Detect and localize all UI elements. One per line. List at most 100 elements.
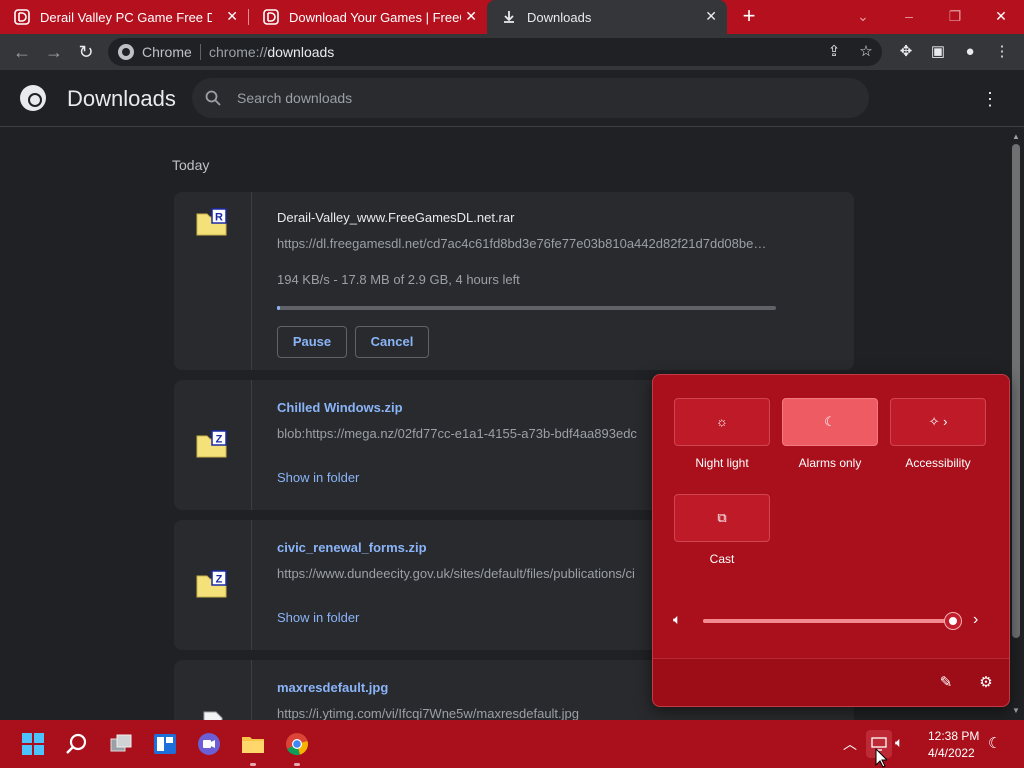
moon-icon: ☾ xyxy=(824,414,836,429)
quick-settings-footer: ✎ ⚙ xyxy=(653,658,1009,706)
settings-gear-icon[interactable]: ⚙ xyxy=(976,673,996,693)
file-url[interactable]: https://dl.freegamesdl.net/cd7ac4c61fd8b… xyxy=(277,236,777,251)
speaker-icon[interactable]: 🔈︎ xyxy=(673,611,693,631)
address-divider xyxy=(200,44,201,60)
cast-icon: ⧉ xyxy=(717,510,727,525)
zip-file-icon: Z xyxy=(196,430,227,458)
show-in-folder-link[interactable]: Show in folder xyxy=(277,610,359,625)
running-indicator xyxy=(294,763,300,766)
address-site-label: Chrome xyxy=(142,44,192,60)
address-url: chrome://downloads xyxy=(209,44,334,60)
widgets-icon[interactable] xyxy=(153,732,177,756)
audio-output-chevron-icon[interactable]: › xyxy=(973,611,978,629)
tab-close-icon[interactable]: ✕ xyxy=(705,8,717,25)
file-name: Derail-Valley_www.FreeGamesDL.net.rar xyxy=(277,210,515,225)
svg-text:Z: Z xyxy=(216,434,223,446)
search-placeholder: Search downloads xyxy=(237,90,353,106)
tab-close-icon[interactable]: ✕ xyxy=(465,8,477,25)
rar-file-icon: R xyxy=(196,208,227,236)
download-item: R Derail-Valley_www.FreeGamesDL.net.rar … xyxy=(174,192,854,370)
teams-chat-icon[interactable] xyxy=(197,732,221,756)
tab-search-chevron-icon[interactable]: ⌄ xyxy=(848,4,878,28)
volume-slider[interactable] xyxy=(703,613,961,629)
file-name-link[interactable]: civic_renewal_forms.zip xyxy=(277,540,427,555)
quick-settings-panel: ☼ Night light ☾ Alarms only ✧ › Accessib… xyxy=(652,374,1010,707)
show-in-folder-link[interactable]: Show in folder xyxy=(277,470,359,485)
image-file-icon xyxy=(203,711,223,720)
new-tab-plus-icon[interactable]: + xyxy=(738,4,760,30)
scroll-down-arrow-icon[interactable]: ▼ xyxy=(1012,706,1020,715)
tile-label: Cast xyxy=(709,552,735,566)
download-icon xyxy=(504,11,514,23)
focus-assist-moon-icon[interactable]: ☾ xyxy=(988,734,1001,752)
profile-avatar-icon[interactable]: ● xyxy=(958,40,982,64)
accessibility-toggle[interactable]: ✧ › xyxy=(890,398,986,446)
chrome-logo-icon xyxy=(20,85,46,111)
page-title: Downloads xyxy=(67,86,176,111)
tab-downloads[interactable]: Downloads ✕ xyxy=(487,0,727,34)
url-host: downloads xyxy=(267,44,335,60)
tab-strip: Derail Valley PC Game Free Dow ✕ Downloa… xyxy=(0,0,1024,34)
scroll-up-arrow-icon[interactable]: ▲ xyxy=(1012,132,1020,141)
cast-toggle[interactable]: ⧉ xyxy=(674,494,770,542)
reload-icon[interactable]: ↻ xyxy=(74,40,98,64)
page-scrollbar[interactable]: ▲ ▼ xyxy=(1008,128,1024,720)
clock-time[interactable]: 12:38 PM xyxy=(928,729,979,743)
tab-title: Download Your Games | FreeGam xyxy=(289,9,461,25)
clock-date[interactable]: 4/4/2022 xyxy=(928,746,975,760)
tile-label: Night light xyxy=(695,456,749,470)
file-name-link[interactable]: Chilled Windows.zip xyxy=(277,400,403,415)
side-panel-icon[interactable]: ▣ xyxy=(926,40,950,64)
chrome-page-icon xyxy=(118,44,134,60)
cancel-button[interactable]: Cancel xyxy=(355,326,429,358)
volume-tray-icon[interactable]: 🔈︎ xyxy=(895,734,903,751)
downloads-header: Downloads Search downloads ⋮ xyxy=(0,70,1024,127)
file-url[interactable]: https://i.ytimg.com/vi/Ifcqi7Wne5w/maxre… xyxy=(277,706,777,720)
url-prefix: chrome:// xyxy=(209,44,268,60)
tab-title: Downloads xyxy=(527,9,592,25)
share-icon[interactable]: ⇪ xyxy=(822,40,846,64)
alarms-only-toggle[interactable]: ☾ xyxy=(782,398,878,446)
back-arrow-icon[interactable]: ← xyxy=(10,40,34,64)
brightness-icon: ☼ xyxy=(716,414,728,429)
close-window-icon[interactable]: ✕ xyxy=(986,4,1016,28)
forward-arrow-icon[interactable]: → xyxy=(42,40,66,64)
task-view-icon[interactable] xyxy=(109,732,133,756)
search-icon xyxy=(205,90,221,106)
windows-start-icon[interactable] xyxy=(21,732,45,756)
volume-slider-thumb[interactable] xyxy=(945,613,961,629)
svg-text:Z: Z xyxy=(216,574,223,586)
accessibility-icon: ✧ › xyxy=(928,414,948,429)
mouse-cursor-icon xyxy=(875,748,887,768)
address-bar[interactable]: Chrome chrome://downloads ⇪ ☆ xyxy=(108,38,882,66)
running-indicator xyxy=(250,763,256,766)
search-icon[interactable] xyxy=(65,732,89,756)
tab-title: Derail Valley PC Game Free Dow xyxy=(40,9,212,25)
search-downloads-input[interactable]: Search downloads xyxy=(192,78,869,118)
browser-toolbar: ← → ↻ Chrome chrome://downloads ⇪ ☆ ✥ ▣ … xyxy=(0,34,1024,70)
tab-close-icon[interactable]: ✕ xyxy=(226,8,238,25)
show-hidden-icons-chevron-icon[interactable]: ︿ xyxy=(843,734,857,754)
minimize-icon[interactable]: – xyxy=(894,4,924,28)
svg-text:R: R xyxy=(215,212,223,224)
tab-derail-valley[interactable]: Derail Valley PC Game Free Dow ✕ xyxy=(0,0,248,34)
extensions-puzzle-icon[interactable]: ✥ xyxy=(894,40,918,64)
pause-button[interactable]: Pause xyxy=(277,326,347,358)
restore-icon[interactable]: ❐ xyxy=(940,4,970,28)
site-favicon-icon xyxy=(263,9,279,25)
download-status: 194 KB/s - 17.8 MB of 2.9 GB, 4 hours le… xyxy=(277,272,520,287)
tile-label: Alarms only xyxy=(798,456,862,470)
browser-menu-icon[interactable]: ⋮ xyxy=(990,40,1014,64)
downloads-menu-icon[interactable]: ⋮ xyxy=(978,88,1002,112)
chrome-app-icon[interactable] xyxy=(285,732,309,756)
zip-file-icon: Z xyxy=(196,570,227,598)
file-explorer-icon[interactable] xyxy=(241,732,265,756)
bookmark-star-icon[interactable]: ☆ xyxy=(854,40,878,64)
tab-freegames[interactable]: Download Your Games | FreeGam ✕ xyxy=(249,0,487,34)
edit-pencil-icon[interactable]: ✎ xyxy=(936,673,956,693)
site-favicon-icon xyxy=(14,9,30,25)
night-light-toggle[interactable]: ☼ xyxy=(674,398,770,446)
tile-label: Accessibility xyxy=(905,456,971,470)
scrollbar-thumb[interactable] xyxy=(1012,144,1020,638)
file-name-link[interactable]: maxresdefault.jpg xyxy=(277,680,388,695)
